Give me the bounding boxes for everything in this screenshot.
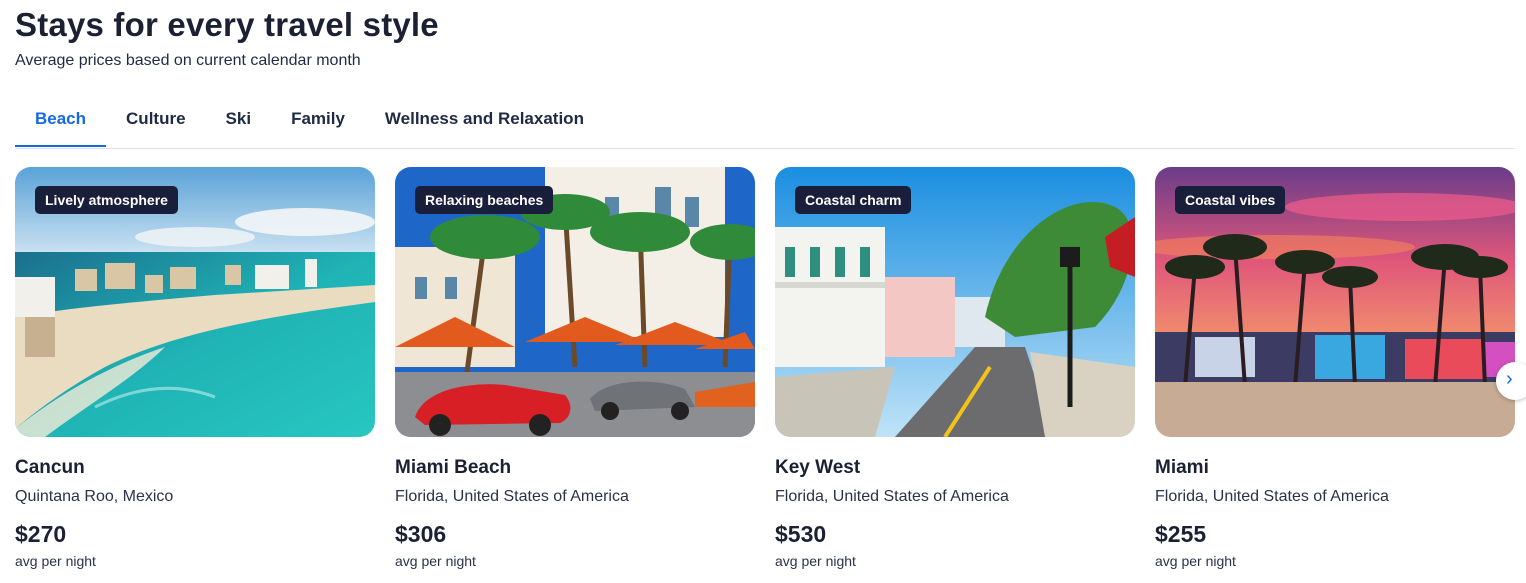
destination-card-key-west[interactable]: Coastal charm Key West Florida, United S…	[775, 167, 1135, 583]
card-price: $270	[15, 521, 67, 547]
card-region: Florida, United States of America	[775, 488, 1009, 505]
card-city: Miami Beach	[395, 457, 512, 478]
card-price-caption: avg per night	[15, 553, 96, 569]
destination-card-miami[interactable]: Coastal vibes Miami Florida, United Stat…	[1155, 167, 1515, 583]
card-price-caption: avg per night	[1155, 553, 1236, 569]
card-region: Florida, United States of America	[395, 488, 629, 505]
tab-wellness-and-relaxation[interactable]: Wellness and Relaxation	[365, 96, 604, 147]
card-badge: Coastal vibes	[1175, 186, 1286, 214]
card-region: Quintana Roo, Mexico	[15, 488, 174, 505]
card-price: $530	[775, 521, 827, 547]
tab-family[interactable]: Family	[271, 96, 365, 147]
chevron-right-icon: ›	[1506, 368, 1513, 390]
card-badge: Coastal charm	[795, 186, 912, 214]
card-region: Florida, United States of America	[1155, 488, 1389, 505]
card-price-caption: avg per night	[395, 553, 476, 569]
destination-card-miami-beach[interactable]: Relaxing beaches Miami Beach Florida, Un…	[395, 167, 755, 583]
page-subtitle: Average prices based on current calendar…	[15, 52, 361, 69]
tab-beach[interactable]: Beach	[15, 96, 107, 147]
card-badge: Relaxing beaches	[415, 186, 554, 214]
card-price-caption: avg per night	[775, 553, 856, 569]
card-city: Key West	[775, 457, 861, 478]
travel-style-tabs: Beach Culture Ski Family Wellness and Re…	[15, 96, 1515, 149]
card-price: $255	[1155, 521, 1207, 547]
card-city: Cancun	[15, 457, 85, 478]
destination-carousel: Lively atmosphere Cancun Quintana Roo, M…	[15, 167, 1515, 583]
destination-card-cancun[interactable]: Lively atmosphere Cancun Quintana Roo, M…	[15, 167, 375, 583]
page-title: Stays for every travel style	[15, 6, 439, 43]
card-city: Miami	[1155, 457, 1209, 478]
tab-culture[interactable]: Culture	[106, 96, 206, 147]
tab-ski[interactable]: Ski	[206, 96, 272, 147]
card-price: $306	[395, 521, 447, 547]
card-badge: Lively atmosphere	[35, 186, 178, 214]
carousel-next-button[interactable]: ›	[1496, 362, 1526, 400]
